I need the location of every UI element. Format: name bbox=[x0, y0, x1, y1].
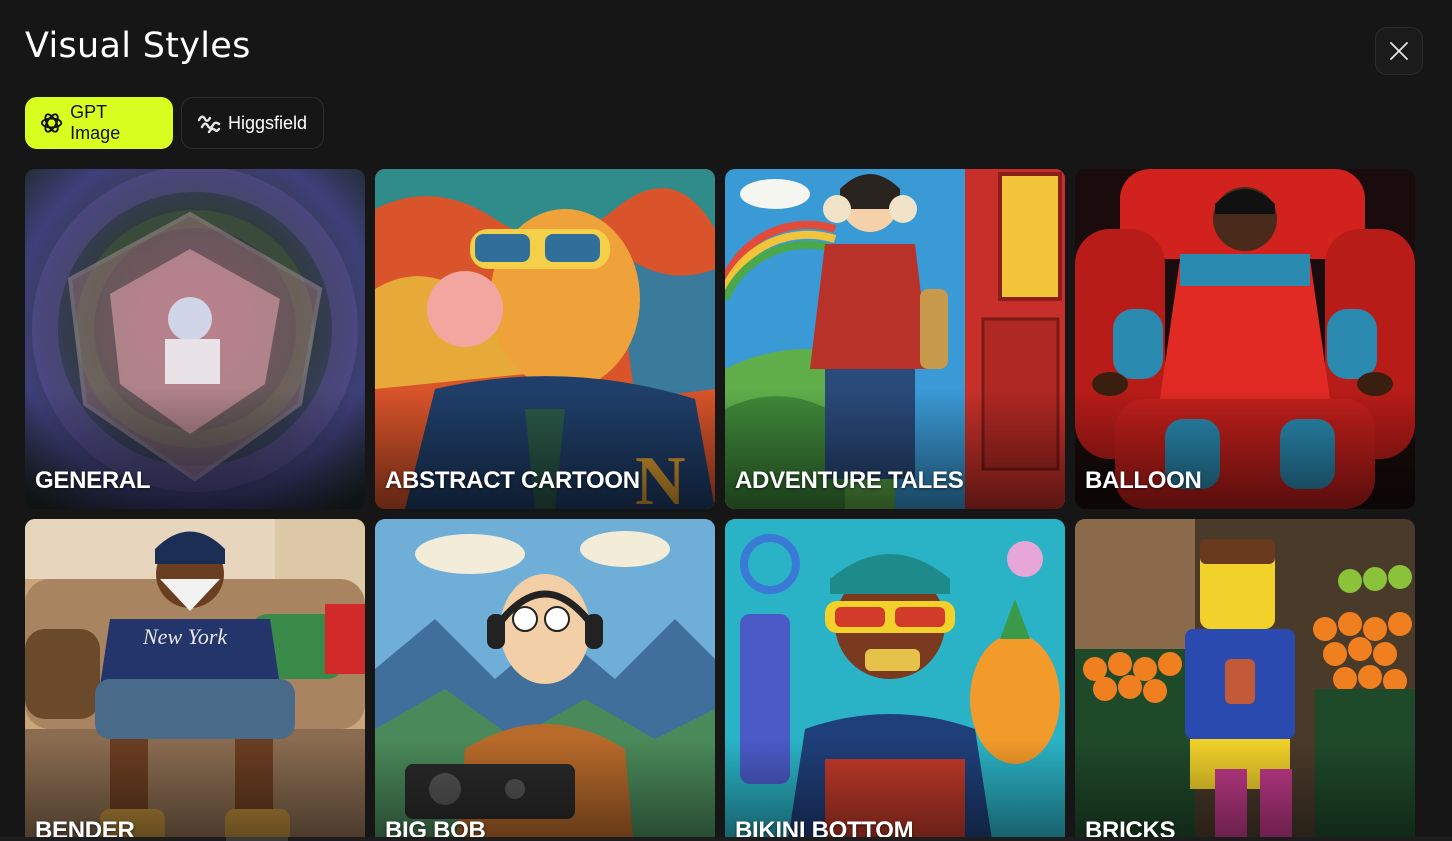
higgsfield-icon bbox=[197, 115, 221, 134]
style-label: ADVENTURE TALES bbox=[735, 467, 964, 494]
tab-label: Higgsfield bbox=[228, 112, 308, 133]
svg-text:New York: New York bbox=[142, 624, 228, 649]
tab-label: GPT Image bbox=[70, 102, 121, 143]
modal-title: Visual Styles bbox=[25, 26, 251, 66]
style-card-bikini-bottom[interactable]: BIKINI BOTTOM bbox=[725, 519, 1065, 841]
style-card-general[interactable]: GENERAL bbox=[25, 169, 365, 509]
style-label: ABSTRACT CARTOON bbox=[385, 467, 640, 494]
openai-icon bbox=[40, 113, 63, 133]
style-label: GENERAL bbox=[35, 467, 151, 494]
close-icon bbox=[1390, 42, 1408, 60]
visual-styles-modal: Visual Styles GPT Image Higgsfield GENER… bbox=[0, 0, 1452, 841]
styles-grid: GENERAL N ABSTRACT CARTOON bbox=[25, 169, 1415, 841]
style-card-bricks[interactable]: BRICKS bbox=[1075, 519, 1415, 841]
horizontal-scrollbar-thumb[interactable] bbox=[226, 837, 288, 841]
style-card-big-bob[interactable]: BIG BOB bbox=[375, 519, 715, 841]
style-card-bender[interactable]: New York BENDER bbox=[25, 519, 365, 841]
horizontal-scrollbar-track bbox=[0, 837, 1452, 841]
close-button[interactable] bbox=[1375, 27, 1423, 75]
tab-gpt-image[interactable]: GPT Image bbox=[25, 97, 173, 149]
model-tabs: GPT Image Higgsfield bbox=[25, 97, 324, 149]
style-card-adventure-tales[interactable]: ADVENTURE TALES bbox=[725, 169, 1065, 509]
style-label: BALLOON bbox=[1085, 467, 1202, 494]
style-card-balloon[interactable]: BALLOON bbox=[1075, 169, 1415, 509]
style-card-abstract-cartoon[interactable]: N ABSTRACT CARTOON bbox=[375, 169, 715, 509]
tab-higgsfield[interactable]: Higgsfield bbox=[181, 97, 324, 149]
